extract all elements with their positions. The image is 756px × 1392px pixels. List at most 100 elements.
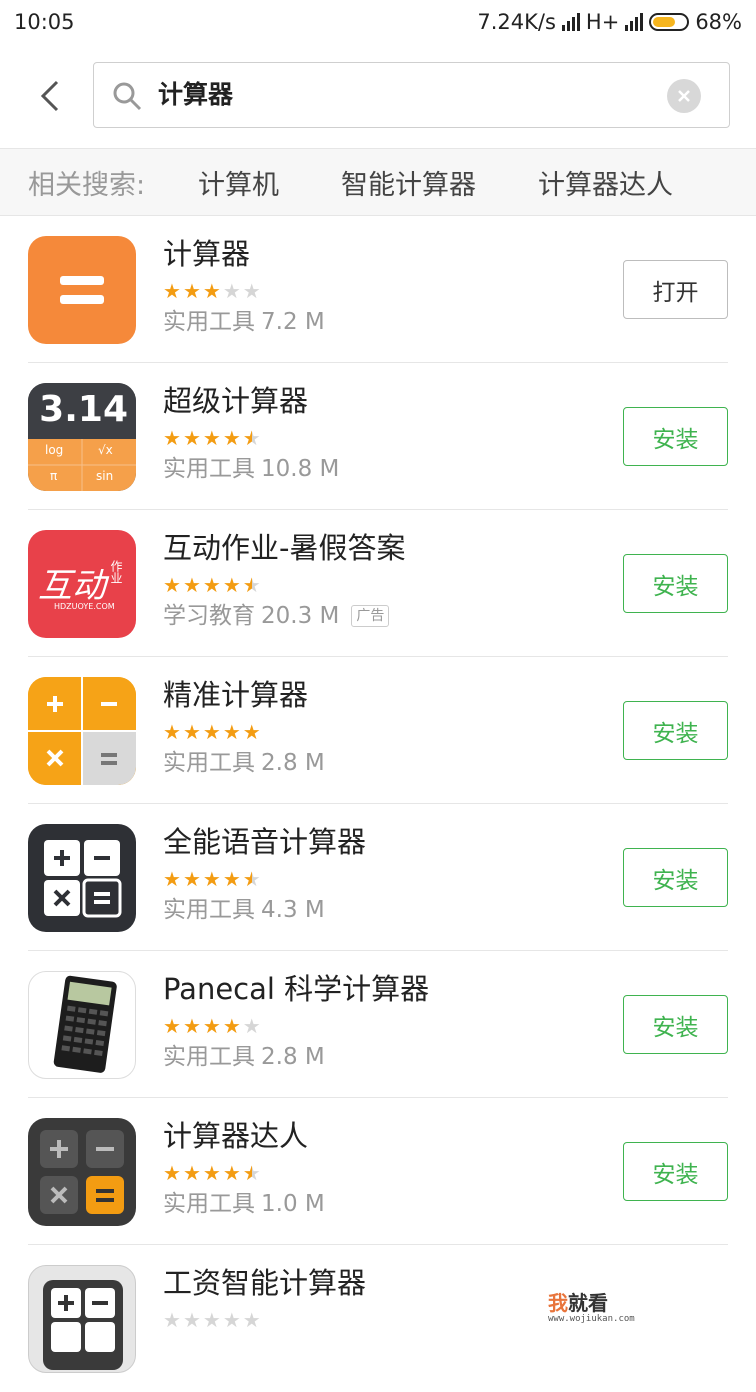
app-info: 工资智能计算器 ★ ★ ★ ★ ★ bbox=[163, 1263, 366, 1333]
star-icon: ★ bbox=[163, 1014, 181, 1038]
app-category: 实用工具 bbox=[163, 456, 255, 482]
search-query[interactable]: 计算器 bbox=[158, 63, 233, 127]
star-icon: ★ bbox=[222, 1161, 241, 1185]
signal-icon bbox=[561, 13, 580, 31]
star-icon: ★ bbox=[242, 1014, 261, 1038]
list-item[interactable]: 精准计算器 ★ ★ ★ ★ ★ 实用工具 2.8 M 安装 bbox=[28, 657, 728, 804]
app-name[interactable]: 工资智能计算器 bbox=[163, 1263, 366, 1303]
install-button[interactable]: 安装 bbox=[623, 995, 728, 1054]
install-button[interactable]: 安装 bbox=[623, 407, 728, 466]
app-meta: 实用工具 2.8 M bbox=[163, 745, 325, 781]
app-name[interactable]: 计算器达人 bbox=[163, 1116, 325, 1156]
rating-stars: ★ ★ ★ ★ ★ bbox=[163, 1160, 325, 1186]
salary-calculator-app-icon[interactable] bbox=[28, 1265, 136, 1373]
star-icon: ★ bbox=[182, 573, 201, 597]
star-icon: ★ bbox=[163, 1308, 181, 1332]
app-info: 精准计算器 ★ ★ ★ ★ ★ 实用工具 2.8 M bbox=[163, 675, 325, 781]
star-icon: ★ bbox=[242, 279, 261, 303]
install-button[interactable]: 安装 bbox=[623, 701, 728, 760]
install-button[interactable]: 安装 bbox=[623, 1142, 728, 1201]
app-category: 实用工具 bbox=[163, 1044, 255, 1070]
star-icon: ★ bbox=[182, 720, 201, 744]
open-button[interactable]: 打开 bbox=[623, 260, 728, 319]
watermark-url: www.wojiukan.com bbox=[548, 1314, 635, 1324]
icon-text: √x bbox=[98, 443, 113, 457]
app-meta: 实用工具 10.8 M bbox=[163, 451, 339, 487]
calculator-master-app-icon[interactable] bbox=[28, 1118, 136, 1226]
rating-stars: ★ ★ ★ ★ ★ bbox=[163, 278, 325, 304]
status-indicators: 7.24K/s H+ 68% bbox=[477, 10, 742, 34]
signal-icon-2 bbox=[625, 13, 644, 31]
app-name[interactable]: Panecal 科学计算器 bbox=[163, 969, 429, 1009]
star-icon: ★ bbox=[182, 426, 201, 450]
star-icon: ★ bbox=[222, 1014, 241, 1038]
rating-stars: ★ ★ ★ ★ ★ bbox=[163, 866, 366, 892]
install-button[interactable]: 安装 bbox=[623, 554, 728, 613]
rating-stars: ★ ★ ★ ★ ★ bbox=[163, 719, 325, 745]
calculator-app-icon[interactable] bbox=[28, 236, 136, 344]
rating-stars: ★ ★ ★ ★ ★ bbox=[163, 572, 405, 598]
app-meta: 实用工具 7.2 M bbox=[163, 304, 325, 340]
star-icon: ★ bbox=[163, 720, 181, 744]
star-icon: ★ bbox=[222, 720, 241, 744]
related-item[interactable]: 计算器达人 bbox=[538, 163, 673, 202]
star-icon: ★ bbox=[163, 279, 181, 303]
star-icon: ★ bbox=[182, 1161, 201, 1185]
app-name[interactable]: 超级计算器 bbox=[163, 381, 339, 421]
list-item[interactable]: 全能语音计算器 ★ ★ ★ ★ ★ 实用工具 4.3 M 安装 bbox=[28, 804, 728, 951]
star-icon: ★ bbox=[202, 720, 221, 744]
hudong-zuoye-app-icon[interactable]: 互动 作业 HDZUOYE.COM bbox=[28, 530, 136, 638]
related-searches: 相关搜索: 计算机 智能计算器 计算器达人 bbox=[0, 148, 756, 216]
app-list: 计算器 ★ ★ ★ ★ ★ 实用工具 7.2 M 打开 3.14 log √x π sin… bbox=[0, 216, 756, 1392]
app-info: 超级计算器 ★ ★ ★ ★ ★ 实用工具 10.8 M bbox=[163, 381, 339, 487]
app-info: 互动作业-暑假答案 ★ ★ ★ ★ ★ 学习教育 20.3 M 广告 bbox=[163, 528, 405, 634]
voice-calculator-app-icon[interactable] bbox=[28, 824, 136, 932]
list-item[interactable]: 计算器达人 ★ ★ ★ ★ ★ 实用工具 1.0 M 安装 bbox=[28, 1098, 728, 1245]
install-button[interactable]: 安装 bbox=[623, 848, 728, 907]
search-icon bbox=[112, 81, 142, 115]
list-item[interactable]: Panecal 科学计算器 ★ ★ ★ ★ ★ 实用工具 2.8 M 安装 bbox=[28, 951, 728, 1098]
clear-icon[interactable] bbox=[667, 79, 701, 113]
icon-text: π bbox=[50, 469, 58, 483]
list-item[interactable]: 计算器 ★ ★ ★ ★ ★ 实用工具 7.2 M 打开 bbox=[28, 216, 728, 363]
status-bar: 10:05 7.24K/s H+ 68% bbox=[0, 0, 756, 44]
icon-text: sin bbox=[96, 469, 114, 483]
search-input[interactable]: 计算器 bbox=[93, 62, 730, 128]
rating-stars: ★ ★ ★ ★ ★ bbox=[163, 1307, 366, 1333]
star-icon: ★ bbox=[242, 426, 261, 450]
app-name[interactable]: 计算器 bbox=[163, 234, 325, 274]
battery-icon bbox=[649, 13, 690, 31]
star-icon: ★ bbox=[202, 867, 221, 891]
app-name[interactable]: 全能语音计算器 bbox=[163, 822, 366, 862]
star-icon: ★ bbox=[222, 279, 241, 303]
app-meta: 实用工具 4.3 M bbox=[163, 892, 366, 928]
star-icon: ★ bbox=[222, 573, 241, 597]
app-category: 实用工具 bbox=[163, 1191, 255, 1217]
back-arrow-icon[interactable] bbox=[30, 74, 70, 118]
app-category: 实用工具 bbox=[163, 750, 255, 776]
list-item[interactable]: 3.14 log √x π sin 超级计算器 ★ ★ ★ ★ ★ 实用工具 10.8 M… bbox=[28, 363, 728, 510]
super-calculator-app-icon[interactable]: 3.14 log √x π sin bbox=[28, 383, 136, 491]
star-icon: ★ bbox=[182, 1308, 201, 1332]
related-item[interactable]: 计算机 bbox=[198, 163, 279, 202]
app-category: 实用工具 bbox=[163, 897, 255, 923]
star-icon: ★ bbox=[202, 426, 221, 450]
app-name[interactable]: 精准计算器 bbox=[163, 675, 325, 715]
star-icon: ★ bbox=[182, 279, 201, 303]
related-item[interactable]: 智能计算器 bbox=[341, 163, 476, 202]
app-meta: 实用工具 2.8 M bbox=[163, 1039, 429, 1075]
precise-calculator-app-icon[interactable] bbox=[28, 677, 136, 785]
app-size: 2.8 M bbox=[261, 750, 325, 776]
app-category: 实用工具 bbox=[163, 309, 255, 335]
watermark-brand: 我 bbox=[548, 1291, 568, 1315]
network-type: H+ bbox=[585, 10, 620, 34]
panecal-app-icon[interactable] bbox=[28, 971, 136, 1079]
star-icon: ★ bbox=[163, 867, 181, 891]
icon-text: 作业 bbox=[109, 560, 123, 584]
list-item[interactable]: 互动 作业 HDZUOYE.COM 互动作业-暑假答案 ★ ★ ★ ★ ★ 学习教育 20… bbox=[28, 510, 728, 657]
star-icon: ★ bbox=[222, 426, 241, 450]
clock: 10:05 bbox=[14, 10, 75, 34]
app-info: Panecal 科学计算器 ★ ★ ★ ★ ★ 实用工具 2.8 M bbox=[163, 969, 429, 1075]
star-icon: ★ bbox=[202, 1308, 221, 1332]
app-name[interactable]: 互动作业-暑假答案 bbox=[163, 528, 405, 568]
